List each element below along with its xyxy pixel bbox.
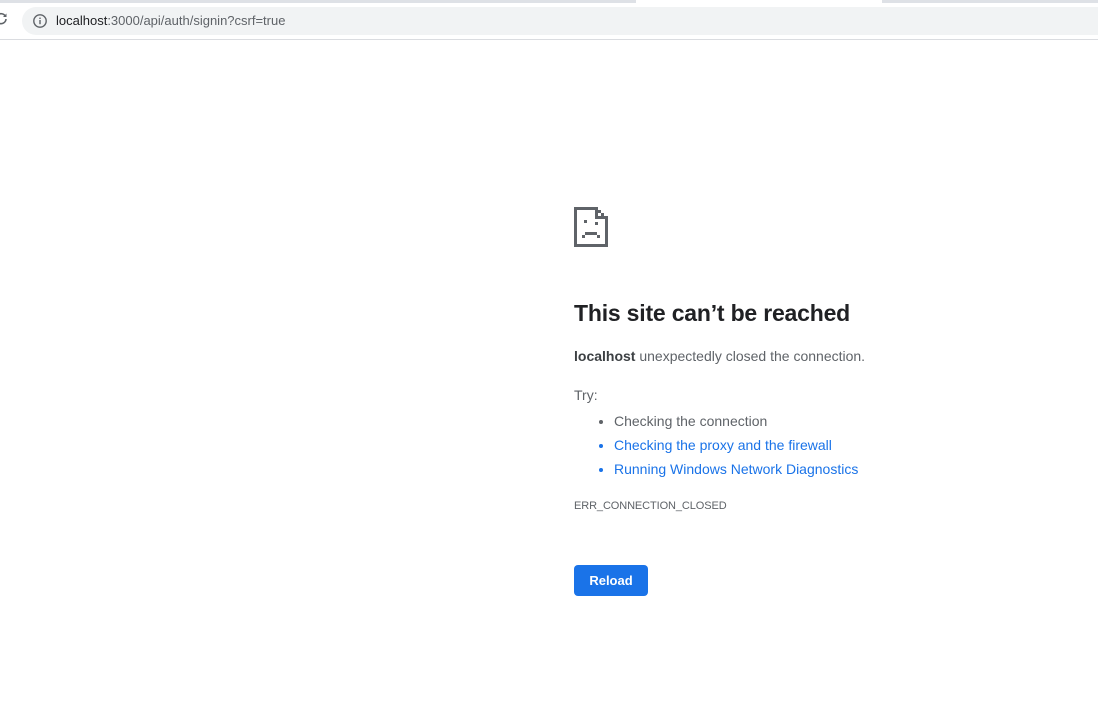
error-summary-text: unexpectedly closed the connection.: [635, 348, 866, 364]
info-icon[interactable]: [32, 13, 48, 29]
suggestion-network-diagnostics-link[interactable]: Running Windows Network Diagnostics: [614, 461, 858, 477]
error-content: This site can’t be reached localhost une…: [574, 205, 1074, 514]
suggestions-list: Checking the connection Checking the pro…: [574, 409, 1074, 481]
suggestion-check-connection: Checking the connection: [614, 409, 1074, 433]
address-bar[interactable]: localhost:3000/api/auth/signin?csrf=true: [22, 7, 1098, 35]
browser-toolbar: localhost:3000/api/auth/signin?csrf=true: [0, 3, 1098, 40]
error-summary-host: localhost: [574, 348, 636, 364]
error-summary: localhost unexpectedly closed the connec…: [574, 346, 1074, 366]
url-host: localhost: [56, 13, 108, 28]
reload-icon[interactable]: [0, 12, 8, 26]
error-code: ERR_CONNECTION_CLOSED: [574, 500, 727, 512]
error-heading: This site can’t be reached: [574, 300, 851, 326]
url-path: :3000/api/auth/signin?csrf=true: [107, 13, 286, 28]
url-text[interactable]: localhost:3000/api/auth/signin?csrf=true: [56, 13, 285, 29]
suggestion-proxy-firewall-link[interactable]: Checking the proxy and the firewall: [614, 437, 832, 453]
suggestion-network-diagnostics[interactable]: Running Windows Network Diagnostics: [614, 457, 1074, 481]
suggestion-proxy-firewall[interactable]: Checking the proxy and the firewall: [614, 433, 1074, 457]
sad-page-icon: [574, 205, 1074, 247]
try-label: Try:: [574, 387, 598, 403]
suggestion-check-connection-text: Checking the connection: [614, 413, 768, 429]
reload-button[interactable]: Reload: [574, 565, 648, 596]
